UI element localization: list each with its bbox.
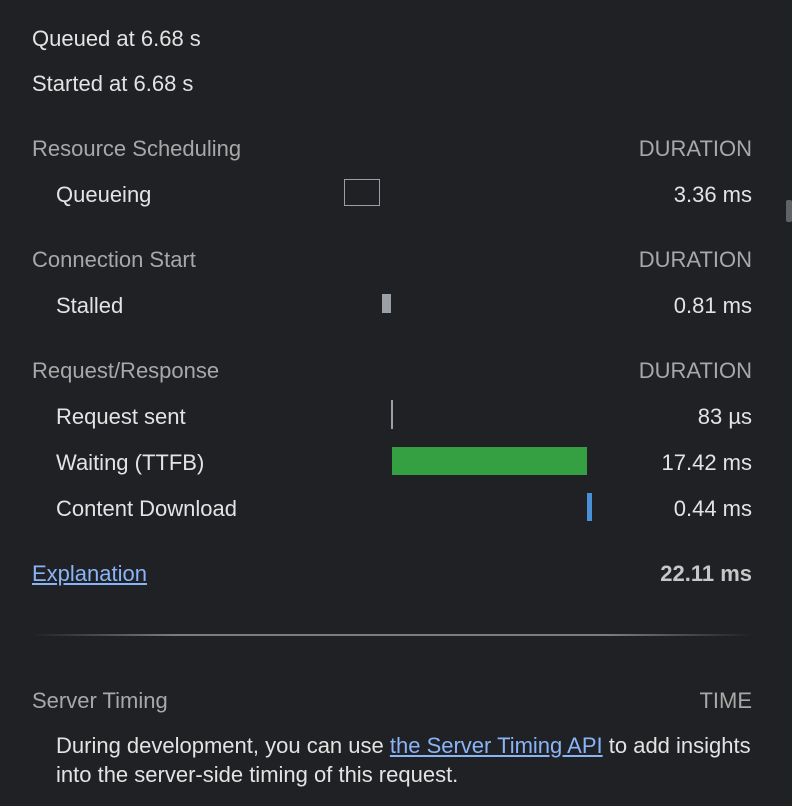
waiting-ttfb-bar: [392, 447, 587, 475]
row-label-request-sent: Request sent: [56, 404, 186, 429]
divider: [32, 634, 752, 636]
duration-header: DURATION: [638, 136, 752, 161]
server-timing-description: During development, you can use the Serv…: [56, 731, 756, 789]
row-label-stalled: Stalled: [56, 293, 124, 318]
stalled-bar: [382, 294, 391, 313]
duration-header: DURATION: [638, 358, 752, 383]
row-label-queueing: Queueing: [56, 182, 152, 207]
queued-at-text: Queued at 6.68 s: [32, 26, 201, 51]
row-value-queueing: 3.36 ms: [673, 182, 752, 207]
request-sent-bar: [391, 400, 393, 429]
section-title-server-timing: Server Timing: [32, 688, 168, 713]
started-at-text: Started at 6.68 s: [32, 71, 194, 96]
section-title-connection-start: Connection Start: [32, 247, 196, 272]
server-timing-api-link[interactable]: the Server Timing API: [390, 733, 603, 758]
content-download-bar: [587, 493, 592, 521]
row-label-content-download: Content Download: [56, 496, 238, 521]
row-label-waiting-ttfb: Waiting (TTFB): [56, 450, 205, 475]
row-value-stalled: 0.81 ms: [673, 293, 752, 318]
duration-header: DURATION: [638, 247, 752, 272]
total-duration: 22.11 ms: [660, 561, 752, 586]
scrollbar-thumb[interactable]: [786, 200, 792, 222]
explanation-link[interactable]: Explanation: [32, 561, 147, 587]
server-timing-desc-before: During development, you can use: [56, 733, 390, 758]
row-value-request-sent: 83 µs: [697, 404, 752, 429]
section-title-resource-scheduling: Resource Scheduling: [32, 136, 242, 161]
row-value-content-download: 0.44 ms: [673, 496, 752, 521]
time-header: TIME: [699, 688, 752, 713]
queueing-bar: [344, 179, 380, 206]
row-value-waiting-ttfb: 17.42 ms: [661, 450, 753, 475]
section-title-request-response: Request/Response: [32, 358, 220, 383]
